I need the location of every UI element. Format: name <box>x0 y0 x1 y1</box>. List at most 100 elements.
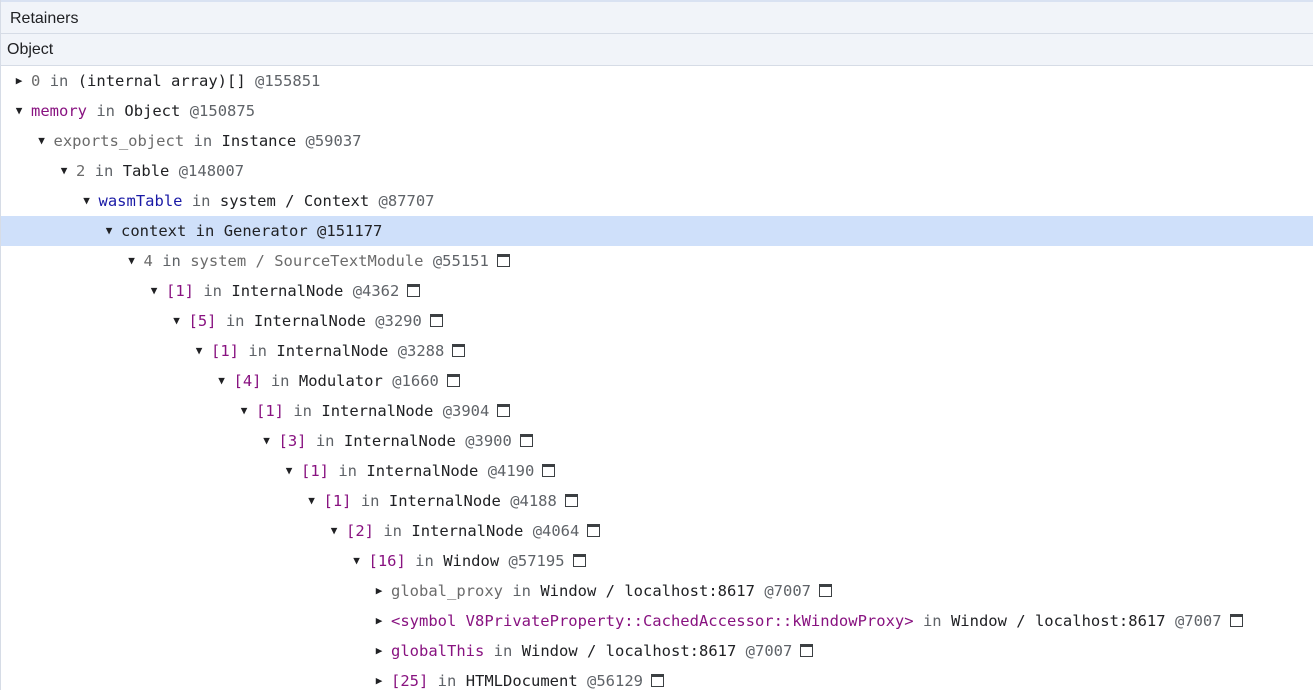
object-id: @151177 <box>317 222 383 240</box>
reveal-in-summary-icon[interactable] <box>651 674 665 687</box>
collapsed-triangle-icon[interactable]: ▶ <box>12 66 26 96</box>
edge-name: [1] <box>323 492 352 510</box>
reveal-in-summary-icon[interactable] <box>572 554 586 567</box>
row-content: [1] in InternalNode @4188 <box>324 486 578 516</box>
expanded-triangle-icon[interactable]: ▼ <box>305 486 319 516</box>
tree-row[interactable]: ▼ 2 in Table @148007 <box>1 156 1313 186</box>
tree-row[interactable]: ▼ 4 in system / SourceTextModule @55151 <box>1 246 1313 276</box>
reveal-in-summary-icon[interactable] <box>542 464 556 477</box>
object-class-name: InternalNode <box>276 342 389 360</box>
tree-row[interactable]: ▼ exports_object in Instance @59037 <box>1 126 1313 156</box>
row-content: [1] in InternalNode @4190 <box>301 456 556 486</box>
in-keyword: in <box>360 492 380 510</box>
collapsed-triangle-icon[interactable]: ▶ <box>372 606 386 636</box>
object-class-name: InternalNode <box>253 312 366 330</box>
tree-row[interactable]: ▶ global_proxy in Window / localhost:8617… <box>1 576 1313 606</box>
in-keyword: in <box>225 312 245 330</box>
row-content: [25] in HTMLDocument @56129 <box>391 666 665 690</box>
row-content: 2 in Table @148007 <box>76 156 244 186</box>
expanded-triangle-icon[interactable]: ▼ <box>125 246 139 276</box>
in-keyword: in <box>315 432 335 450</box>
reveal-in-summary-icon[interactable] <box>496 254 510 267</box>
object-id: @57195 <box>508 552 565 570</box>
in-keyword: in <box>191 192 211 210</box>
edge-name: [1] <box>211 342 239 360</box>
object-id: @7007 <box>764 582 811 600</box>
expanded-triangle-icon[interactable]: ▼ <box>327 516 341 546</box>
expanded-triangle-icon[interactable]: ▼ <box>260 426 274 456</box>
expanded-triangle-icon[interactable]: ▼ <box>57 156 71 186</box>
expanded-triangle-icon[interactable]: ▼ <box>192 336 206 366</box>
reveal-in-summary-icon[interactable] <box>407 284 421 297</box>
tree-row[interactable]: ▼ [5] in InternalNode @3290 <box>1 306 1313 336</box>
object-id: @4362 <box>352 282 400 300</box>
object-class-name: InternalNode <box>366 462 479 480</box>
in-keyword: in <box>415 552 434 570</box>
edge-name: global_proxy <box>391 582 503 600</box>
in-keyword: in <box>193 132 213 150</box>
tree-row[interactable]: ▼ memory in Object @150875 <box>1 96 1313 126</box>
edge-name: [5] <box>188 312 217 330</box>
expanded-triangle-icon[interactable]: ▼ <box>170 306 184 336</box>
expanded-triangle-icon[interactable]: ▼ <box>282 456 296 486</box>
expanded-triangle-icon[interactable]: ▼ <box>35 126 49 156</box>
tree-row[interactable]: ▼ [1] in InternalNode @4188 <box>1 486 1313 516</box>
edge-name: wasmTable <box>98 192 183 210</box>
expanded-triangle-icon[interactable]: ▼ <box>215 366 229 396</box>
expanded-triangle-icon[interactable]: ▼ <box>350 546 364 576</box>
row-content: [1] in InternalNode @3904 <box>256 396 511 426</box>
edge-name: 4 <box>143 252 153 270</box>
tree-row[interactable]: ▶ [25] in HTMLDocument @56129 <box>1 666 1313 690</box>
reveal-in-summary-icon[interactable] <box>819 584 832 597</box>
object-id: @3290 <box>375 312 422 330</box>
tree-row[interactable]: ▼ [1] in InternalNode @4190 <box>1 456 1313 486</box>
object-class-name: system / SourceTextModule <box>190 252 424 270</box>
row-content: globalThis in Window / localhost:8617 @7… <box>391 636 814 666</box>
collapsed-triangle-icon[interactable]: ▶ <box>372 576 386 606</box>
in-keyword: in <box>512 582 531 600</box>
expanded-triangle-icon[interactable]: ▼ <box>80 186 94 216</box>
collapsed-triangle-icon[interactable]: ▶ <box>372 636 386 666</box>
tree-row[interactable]: ▼ context in Generator @151177 <box>1 216 1313 246</box>
edge-name: [4] <box>233 372 262 390</box>
row-content: [1] in InternalNode @4362 <box>166 276 421 306</box>
expanded-triangle-icon[interactable]: ▼ <box>147 276 161 306</box>
object-class-name: (internal array)[] <box>77 72 246 90</box>
reveal-in-summary-icon[interactable] <box>800 644 814 657</box>
expanded-triangle-icon[interactable]: ▼ <box>237 396 251 426</box>
edge-name: context <box>121 222 187 240</box>
reveal-in-summary-icon[interactable] <box>587 524 601 537</box>
tree-row[interactable]: ▼ [4] in Modulator @1660 <box>1 366 1313 396</box>
reveal-in-summary-icon[interactable] <box>429 314 443 327</box>
tree-row[interactable]: ▼ [2] in InternalNode @4064 <box>1 516 1313 546</box>
reveal-in-summary-icon[interactable] <box>564 494 578 507</box>
row-content: [2] in InternalNode @4064 <box>346 516 601 546</box>
reveal-in-summary-icon[interactable] <box>497 404 511 417</box>
object-class-name: InternalNode <box>321 402 434 420</box>
row-content: [3] in InternalNode @3900 <box>279 426 533 456</box>
tree-row[interactable]: ▶ globalThis in Window / localhost:8617 @… <box>1 636 1313 666</box>
expanded-triangle-icon[interactable]: ▼ <box>12 96 26 126</box>
object-class-name: InternalNode <box>388 492 501 510</box>
in-keyword: in <box>437 672 457 690</box>
tree-row[interactable]: ▼ [1] in InternalNode @3904 <box>1 396 1313 426</box>
tree-row[interactable]: ▼ wasmTable in system / Context @87707 <box>1 186 1313 216</box>
reveal-in-summary-icon[interactable] <box>446 374 460 387</box>
tree-row[interactable]: ▼ [3] in InternalNode @3900 <box>1 426 1313 456</box>
edge-name: memory <box>31 102 87 120</box>
tree-row[interactable]: ▼ [1] in InternalNode @3288 <box>1 336 1313 366</box>
tree-row[interactable]: ▶ <symbol V8PrivateProperty::CachedAccess… <box>1 606 1313 636</box>
reveal-in-summary-icon[interactable] <box>1229 614 1243 627</box>
collapsed-triangle-icon[interactable]: ▶ <box>372 666 386 690</box>
expanded-triangle-icon[interactable]: ▼ <box>102 216 116 246</box>
object-class-name: Generator <box>223 222 308 240</box>
row-content: 0 in (internal array)[] @155851 <box>31 66 320 96</box>
object-class-name: Table <box>122 162 170 180</box>
reveal-in-summary-icon[interactable] <box>452 344 466 357</box>
tree-row[interactable]: ▼ [16] in Window @57195 <box>1 546 1313 576</box>
object-id: @4190 <box>487 462 535 480</box>
column-header-object[interactable]: Object <box>1 34 1313 66</box>
tree-row[interactable]: ▼ [1] in InternalNode @4362 <box>1 276 1313 306</box>
reveal-in-summary-icon[interactable] <box>519 434 533 447</box>
tree-row[interactable]: ▶ 0 in (internal array)[] @155851 <box>1 66 1313 96</box>
